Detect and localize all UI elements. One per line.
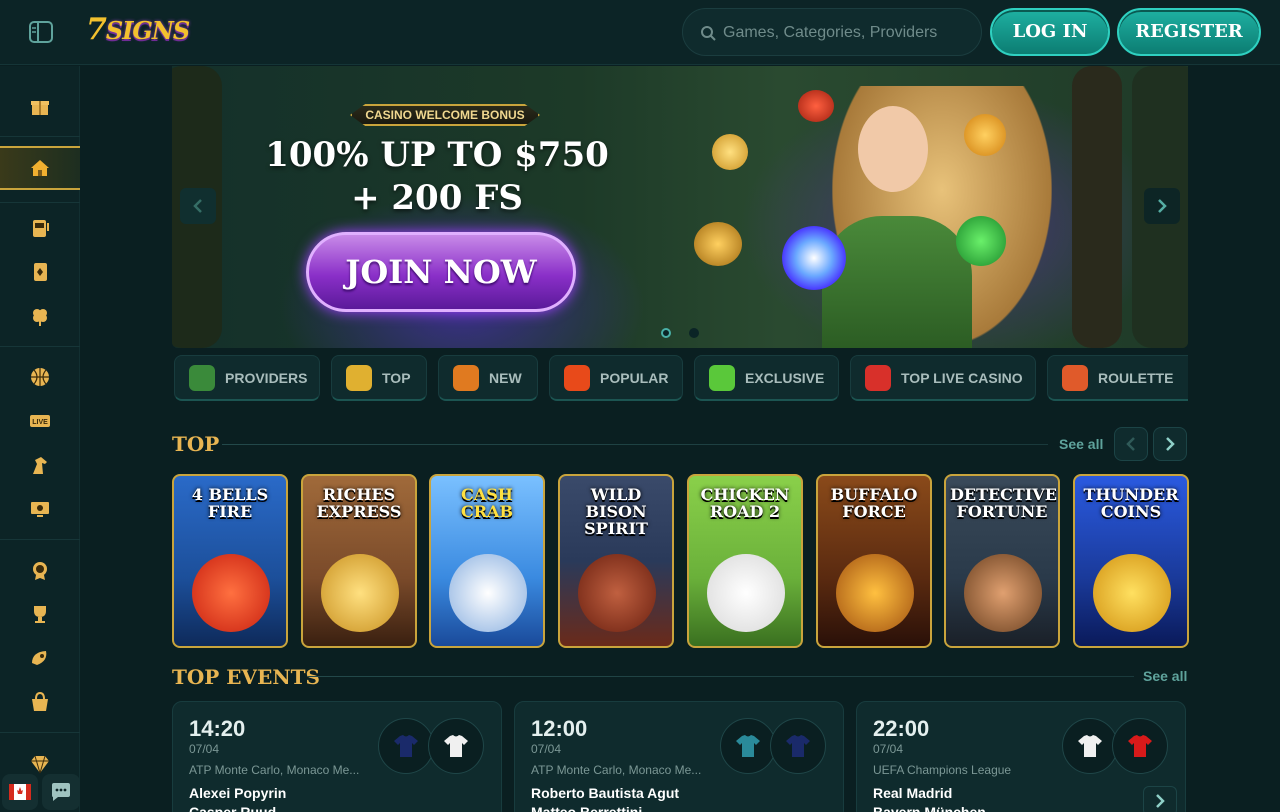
category-top[interactable]: TOP [331, 355, 427, 401]
chips-icon [865, 364, 891, 391]
bonus-tag: CASINO WELCOME BONUS [350, 104, 540, 126]
clover-icon[interactable] [0, 296, 80, 336]
team-jersey-icon [428, 718, 484, 774]
character-face [858, 106, 928, 192]
event-card[interactable]: 14:20 07/04 ATP Monte Carlo, Monaco Me..… [172, 701, 502, 812]
event-card[interactable]: 12:00 07/04 ATP Monte Carlo, Monaco Me..… [514, 701, 844, 812]
esports-icon[interactable] [0, 489, 80, 529]
coin-icon [712, 134, 748, 170]
team-jersey-icon [1112, 718, 1168, 774]
home-icon[interactable] [0, 146, 80, 190]
game-tile[interactable]: WILD BISON SPIRIT [558, 474, 674, 648]
medal-icon[interactable] [0, 550, 80, 590]
events-section-title: TOP EVENTS [172, 665, 320, 689]
category-new[interactable]: NEW [438, 355, 538, 401]
register-button[interactable]: REGISTER [1117, 8, 1261, 56]
boost-icon[interactable] [0, 638, 80, 678]
trophy-icon[interactable] [0, 594, 80, 634]
event-card[interactable]: 22:00 07/04 UEFA Champions League Real M… [856, 701, 1186, 812]
magic-orb [782, 226, 846, 290]
join-now-button[interactable]: JOIN NOW [306, 232, 576, 312]
top-header: 7SIGNS LOG IN REGISTER [0, 0, 1280, 65]
banner-prev-button[interactable] [180, 188, 216, 224]
game-tile[interactable]: DETECTIVE FORTUNE [944, 474, 1060, 648]
coin-pot-icon [694, 222, 742, 266]
top-section-title: TOP [172, 432, 220, 456]
game-tile[interactable]: CASH CRAB [429, 474, 545, 648]
book-icon [189, 364, 215, 391]
game-tile[interactable]: BUFFALO FORCE [816, 474, 932, 648]
ladybug-icon [798, 90, 834, 122]
category-providers[interactable]: PROVIDERS [174, 355, 320, 401]
cards-icon[interactable] [0, 252, 80, 292]
gift-icon[interactable] [0, 86, 80, 126]
team-jersey-icon [1062, 718, 1118, 774]
game-tile[interactable]: RICHES EXPRESS [301, 474, 417, 648]
search-box[interactable] [682, 8, 982, 56]
roulette-icon [1062, 364, 1088, 391]
game-tile[interactable]: THUNDER COINS [1073, 474, 1189, 648]
game-tile[interactable]: CHICKEN ROAD 2 [687, 474, 803, 648]
live-icon[interactable]: LIVE [0, 401, 80, 441]
svg-text:LIVE: LIVE [32, 419, 48, 426]
banner-next-button[interactable] [1144, 188, 1180, 224]
banner-headline: 100% UP TO $750 + 200 FS [265, 135, 609, 218]
category-top-live-casino[interactable]: TOP LIVE CASINO [850, 355, 1036, 401]
category-popular[interactable]: POPULAR [549, 355, 683, 401]
game-tile[interactable]: 4 BELLS FIRE [172, 474, 288, 648]
search-icon [700, 25, 716, 41]
fire-icon [564, 364, 590, 391]
crown-icon [346, 364, 372, 391]
section-divider [222, 444, 1048, 445]
category-tabs: PROVIDERS TOP NEW POPULAR EXCLUSIVE TOP … [172, 355, 1188, 403]
team-jersey-icon [770, 718, 826, 774]
horse-icon[interactable] [0, 445, 80, 485]
top-prev-button[interactable] [1114, 427, 1148, 461]
team-jersey-icon [378, 718, 434, 774]
category-exclusive[interactable]: EXCLUSIVE [694, 355, 839, 401]
events-see-all-link[interactable]: See all [1143, 668, 1187, 684]
category-roulette[interactable]: ROULETTE [1047, 355, 1188, 401]
slide-dot-1[interactable] [661, 328, 671, 338]
team-jersey-icon [720, 718, 776, 774]
promo-banner[interactable]: CASINO WELCOME BONUS 100% UP TO $750 + 2… [172, 66, 1188, 348]
left-sidebar: LIVE [0, 66, 80, 812]
chat-icon[interactable] [42, 774, 80, 810]
bell-icon [964, 114, 1006, 156]
language-flag-icon[interactable] [2, 774, 38, 810]
top-see-all-link[interactable]: See all [1059, 436, 1103, 452]
basketball-icon[interactable] [0, 357, 80, 397]
slot-machine-icon[interactable] [0, 208, 80, 248]
shop-icon[interactable] [0, 682, 80, 722]
sidebar-toggle-icon[interactable] [28, 20, 54, 44]
slide-dot-2[interactable] [689, 328, 699, 338]
gem-icon [709, 364, 735, 391]
megaphone-icon [453, 364, 479, 391]
section-divider [308, 676, 1134, 677]
events-next-button[interactable] [1143, 786, 1177, 812]
character-dress [822, 216, 972, 348]
top-next-button[interactable] [1153, 427, 1187, 461]
search-input[interactable] [723, 21, 973, 45]
site-logo[interactable]: 7SIGNS [86, 12, 190, 47]
clover-charm-icon [956, 216, 1006, 266]
login-button[interactable]: LOG IN [990, 8, 1110, 56]
